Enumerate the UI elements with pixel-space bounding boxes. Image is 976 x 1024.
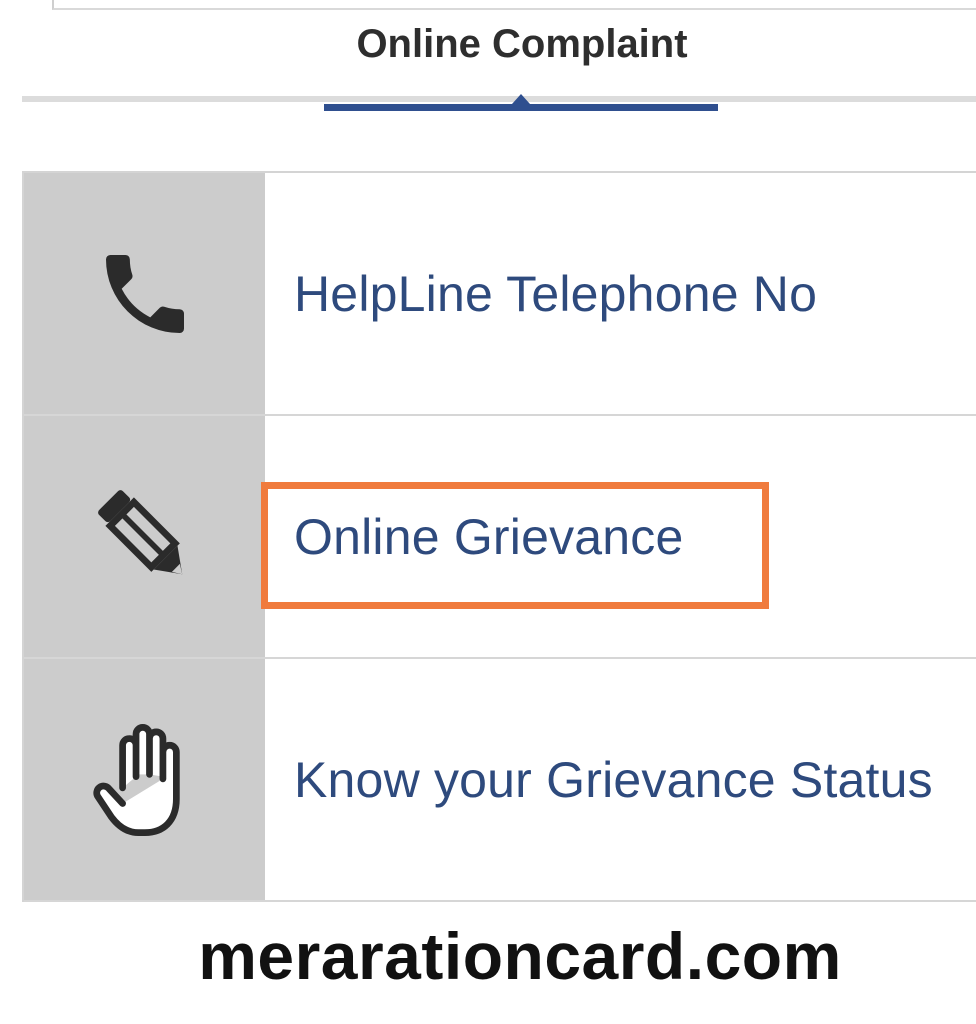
- title-divider: [22, 96, 976, 102]
- hand-icon: [92, 723, 180, 836]
- pencil-icon: [97, 489, 182, 574]
- menu-icon-cell: [24, 416, 265, 657]
- phone-icon: [105, 254, 184, 333]
- active-tab-indicator: [324, 104, 718, 111]
- menu-icon-cell: [24, 659, 265, 900]
- top-strip: [52, 0, 976, 10]
- menu-item-online-grievance[interactable]: Online Grievance: [24, 416, 976, 659]
- menu-item-label[interactable]: Online Grievance: [294, 508, 684, 566]
- menu-item-label[interactable]: Know your Grievance Status: [294, 751, 933, 809]
- page-title: Online Complaint: [356, 22, 688, 66]
- menu-item-grievance-status[interactable]: Know your Grievance Status: [24, 659, 976, 902]
- menu-icon-cell: [24, 173, 265, 414]
- menu-item-label[interactable]: HelpLine Telephone No: [294, 265, 817, 323]
- page: Online Complaint HelpLine Telephone No O…: [0, 0, 976, 1024]
- watermark-text: meraration​card.com: [198, 919, 842, 993]
- menu-item-helpline[interactable]: HelpLine Telephone No: [24, 173, 976, 416]
- active-tab-caret: [512, 94, 530, 104]
- complaint-menu: HelpLine Telephone No Online Grievance K…: [22, 171, 976, 902]
